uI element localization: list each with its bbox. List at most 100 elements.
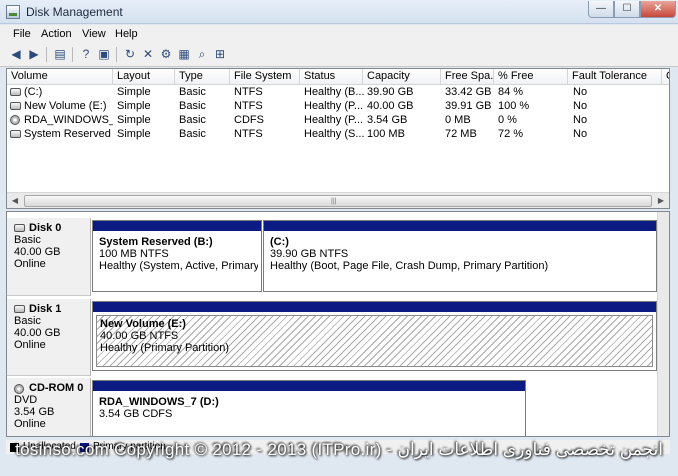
volume-icon [10,130,21,138]
partition-new-volume[interactable]: New Volume (E:) 40.00 GB NTFS Healthy (P… [92,301,657,371]
properties-icon[interactable]: ▣ [96,46,112,62]
partition-name: (C:) [270,236,289,248]
cell-capacity: 100 MB [367,128,405,140]
table-row[interactable]: (C:) Simple Basic NTFS Healthy (B... 39.… [7,85,669,99]
menu-view[interactable]: View [82,28,106,40]
menu-bar: File Action View Help [0,25,678,43]
cd-icon [14,384,24,394]
column-status[interactable]: Status [300,69,363,85]
menu-action[interactable]: Action [41,28,72,40]
disk-icon [14,305,25,313]
grip-icon: ||| [331,198,337,205]
column-volume[interactable]: Volume [7,69,113,85]
column-overhead[interactable]: O [662,69,669,85]
partition-d[interactable]: RDA_WINDOWS_7 (D:) 3.54 GB CDFS [92,380,526,436]
disk-info[interactable]: CD-ROM 0 DVD 3.54 GB Online [7,378,91,436]
disk-row-0: Disk 0 Basic 40.00 GB Online System Rese… [7,218,657,296]
partition-status: Healthy (Primary Partition) [100,342,229,354]
forward-icon[interactable]: ▶ [26,46,42,62]
partition-name: New Volume (E:) [100,318,186,330]
toolbar: ◀ ▶ ▤ ? ▣ ↻ ✕ ⚙ ▦ ⌕ ⊞ [0,43,678,67]
settings-icon[interactable]: ⚙ [158,46,174,62]
partition-bar [264,221,656,231]
window-title: Disk Management [26,5,123,19]
table-row[interactable]: System Reserved (... Simple Basic NTFS H… [7,127,669,141]
cell-fault-tolerance: No [573,100,588,112]
toolbar-separator [72,47,73,62]
cell-layout: Simple [117,114,151,126]
cell-type: Basic [179,86,206,98]
cell-type: Basic [179,100,206,112]
column-free-space[interactable]: Free Spa... [441,69,494,85]
open-icon[interactable]: ▦ [176,46,192,62]
partition-bar [93,381,525,391]
scroll-left-icon[interactable]: ◀ [7,193,23,208]
disk-type: Basic [14,315,41,327]
menu-help[interactable]: Help [115,28,138,40]
delete-icon[interactable]: ✕ [140,46,156,62]
disk-size: 3.54 GB [14,406,55,418]
column-percent-free[interactable]: % Free [494,69,568,85]
maximize-button[interactable]: ☐ [614,1,640,18]
partition-body: System Reserved (B:) 100 MB NTFS Healthy… [96,234,258,288]
cell-status: Healthy (P... [304,100,364,112]
cell-volume: New Volume (E:) [24,100,107,112]
partition-system-reserved[interactable]: System Reserved (B:) 100 MB NTFS Healthy… [92,220,262,292]
toolbar-separator [46,47,47,62]
export-icon[interactable]: ⊞ [212,46,228,62]
search-icon[interactable]: ⌕ [194,46,210,62]
back-icon[interactable]: ◀ [8,46,24,62]
cell-file-system: NTFS [234,100,263,112]
minimize-button[interactable]: — [588,1,614,18]
disk-view[interactable]: Disk 0 Basic 40.00 GB Online System Rese… [6,211,670,437]
cell-volume: System Reserved (... [24,128,113,140]
scroll-thumb[interactable]: ||| [24,195,652,207]
disk-name: Disk 0 [29,222,62,234]
cell-free-space: 39.91 GB [445,100,492,112]
partition-bar [93,302,656,312]
table-row[interactable]: RDA_WINDOWS_7... Simple Basic CDFS Healt… [7,113,669,127]
disk-size: 40.00 GB [14,246,61,258]
title-bar[interactable]: Disk Management — ☐ ✕ [0,0,678,24]
column-header: Volume Layout Type File System Status Ca… [7,69,669,85]
partition-body-selected: New Volume (E:) 40.00 GB NTFS Healthy (P… [96,315,653,367]
help-icon[interactable]: ? [78,46,94,62]
table-row[interactable]: New Volume (E:) Simple Basic NTFS Health… [7,99,669,113]
horizontal-scrollbar[interactable]: ◀ ||| ▶ [7,192,669,208]
partition-body: RDA_WINDOWS_7 (D:) 3.54 GB CDFS [96,394,522,436]
vertical-scrollbar[interactable] [657,212,669,436]
cell-layout: Simple [117,128,151,140]
console-tree-icon[interactable]: ▤ [52,46,68,62]
column-type[interactable]: Type [175,69,230,85]
cell-capacity: 40.00 GB [367,100,414,112]
cell-layout: Simple [117,86,151,98]
disk-name: CD-ROM 0 [29,382,84,394]
volume-list[interactable]: Volume Layout Type File System Status Ca… [6,68,670,209]
column-capacity[interactable]: Capacity [363,69,441,85]
cell-volume: (C:) [24,86,43,98]
column-file-system[interactable]: File System [230,69,300,85]
disk-type: Basic [14,234,41,246]
cell-free-space: 0 MB [445,114,471,126]
disk-type: DVD [14,394,38,406]
column-layout[interactable]: Layout [113,69,175,85]
partition-name: RDA_WINDOWS_7 (D:) [99,396,219,408]
partition-size: 40.00 GB NTFS [100,330,179,342]
scroll-right-icon[interactable]: ▶ [653,193,669,208]
disk-info[interactable]: Disk 1 Basic 40.00 GB Online [7,299,91,376]
cell-status: Healthy (S... [304,128,365,140]
cell-volume: RDA_WINDOWS_7... [24,114,113,126]
cell-status: Healthy (B... [304,86,365,98]
partition-c[interactable]: (C:) 39.90 GB NTFS Healthy (Boot, Page F… [263,220,657,292]
cell-percent-free: 84 % [498,86,524,98]
close-button[interactable]: ✕ [640,1,676,18]
disk-state: Online [14,418,46,430]
cell-fault-tolerance: No [573,114,588,126]
menu-file[interactable]: File [13,28,31,40]
cell-free-space: 72 MB [445,128,477,140]
cell-percent-free: 0 % [498,114,517,126]
column-fault-tolerance[interactable]: Fault Tolerance [568,69,662,85]
disk-info[interactable]: Disk 0 Basic 40.00 GB Online [7,218,91,296]
refresh-icon[interactable]: ↻ [122,46,138,62]
volume-icon [10,88,21,96]
